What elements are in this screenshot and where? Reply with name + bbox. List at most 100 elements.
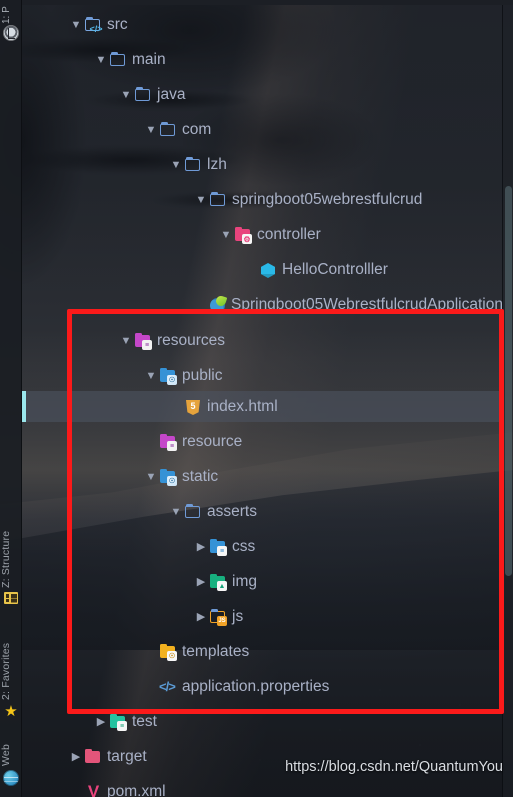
chevron-down-icon[interactable]: ▼ — [93, 52, 109, 68]
tree-row-label: src — [107, 15, 128, 33]
folder-icon — [184, 503, 201, 520]
folder-web-icon: ☉ — [159, 367, 177, 385]
tree-row-label: index.html — [207, 397, 278, 415]
tree-row[interactable]: ▶ ≡ test — [22, 706, 503, 737]
maven-pom-icon: V — [87, 782, 100, 797]
chevron-right-icon[interactable]: ▶ — [93, 714, 109, 730]
tab-web[interactable]: Web — [0, 730, 22, 766]
blog-watermark: https://blog.csdn.net/QuantumYou — [285, 759, 503, 775]
spring-boot-app-icon — [208, 296, 225, 313]
tree-row-label: springboot05webrestfulcrud — [232, 190, 423, 208]
left-tool-window-bar: 1: P Z: Structure ★ 2: Favorites Web — [0, 0, 22, 797]
tree-row-label: com — [182, 120, 212, 138]
folder-icon — [209, 191, 226, 208]
tree-row[interactable]: ▼ </> src — [22, 9, 503, 40]
tree-row[interactable]: ▼ ≡ resources — [22, 325, 503, 356]
folder-icon — [159, 121, 176, 138]
chevron-right-icon[interactable]: ▶ — [193, 609, 209, 625]
properties-file-icon: </> — [159, 679, 176, 694]
tree-row[interactable]: ▼ asserts — [22, 496, 503, 527]
html5-file-icon: 5 — [184, 398, 201, 415]
tree-row-label: controller — [257, 225, 321, 243]
tree-row-label: application.properties — [182, 677, 330, 695]
chevron-down-icon[interactable]: ▼ — [218, 227, 234, 243]
chevron-down-icon[interactable]: ▼ — [68, 17, 84, 33]
chevron-down-icon[interactable]: ▼ — [193, 192, 209, 208]
chevron-down-icon[interactable]: ▼ — [118, 333, 134, 349]
chevron-right-icon[interactable]: ▶ — [193, 539, 209, 555]
tree-row[interactable]: ▼ main — [22, 44, 503, 75]
panel-divider — [502, 0, 503, 797]
folder-img-icon: ▲ — [209, 573, 227, 591]
selected-row-marker — [22, 391, 26, 422]
tree-row[interactable]: ▼ ☉ static — [22, 461, 503, 492]
tree-row-label: test — [132, 712, 157, 730]
tree-row[interactable]: ▶ JS js — [22, 601, 503, 632]
folder-resource-icon: ≡ — [159, 433, 177, 451]
folder-css-icon: ≡ — [209, 538, 227, 556]
folder-test-icon: ≡ — [109, 713, 127, 731]
folder-resources-icon: ≡ — [134, 332, 152, 350]
chevron-down-icon[interactable]: ▼ — [143, 122, 159, 138]
folder-js-icon: JS — [209, 608, 227, 626]
tree-row[interactable]: ▶ ≡ css — [22, 531, 503, 562]
chevron-down-icon[interactable]: ▼ — [143, 368, 159, 384]
folder-icon — [184, 156, 201, 173]
tree-row-label: pom.xml — [107, 782, 166, 797]
tree-row-label: static — [182, 467, 219, 485]
tab-structure[interactable]: Z: Structure — [0, 500, 22, 588]
tree-row-label: main — [132, 50, 166, 68]
folder-templates-icon: ☉ — [159, 643, 177, 661]
ide-project-window: 1: P Z: Structure ★ 2: Favorites Web ▼ </… — [0, 0, 513, 797]
folder-icon — [109, 51, 126, 68]
tree-row[interactable]: ▼ ☉ public — [22, 360, 503, 391]
folder-controller-icon: ⚙ — [234, 226, 252, 244]
tree-row[interactable]: ▶ ▲ img — [22, 566, 503, 597]
folder-icon — [134, 86, 151, 103]
tree-row[interactable]: ▼ java — [22, 79, 503, 110]
tree-row-label: js — [232, 607, 244, 625]
chevron-down-icon[interactable]: ▼ — [168, 504, 184, 520]
tree-row[interactable]: ▶5index.html — [22, 391, 503, 422]
tree-row[interactable]: ▼ com — [22, 114, 503, 145]
tree-row-label: target — [107, 747, 147, 765]
tree-row[interactable]: ▶HelloControlller — [22, 254, 503, 285]
chevron-down-icon[interactable]: ▼ — [143, 469, 159, 485]
tree-row-label: img — [232, 572, 257, 590]
tree-row-label: HelloControlller — [282, 260, 388, 278]
tree-row-label: Springboot05WebrestfulcrudApplication — [231, 295, 503, 313]
vertical-scrollbar[interactable] — [505, 186, 512, 576]
tree-row-label: resource — [182, 432, 243, 450]
intellij-logo-icon — [3, 25, 19, 41]
tab-favorites[interactable]: 2: Favorites — [0, 612, 22, 700]
tab-project[interactable]: 1: P — [1, 0, 23, 24]
folder-web-icon: ☉ — [159, 468, 177, 486]
tree-row[interactable]: ▶</>application.properties — [22, 671, 503, 702]
tree-row-label: java — [157, 85, 186, 103]
tree-row-label: lzh — [207, 155, 227, 173]
tree-row[interactable]: ▶Vpom.xml — [22, 776, 503, 797]
tree-row-label: asserts — [207, 502, 257, 520]
window-top-strip — [22, 0, 513, 5]
tree-row[interactable]: ▶☉templates — [22, 636, 503, 667]
chevron-right-icon[interactable]: ▶ — [193, 574, 209, 590]
java-class-icon — [259, 261, 276, 278]
tree-row[interactable]: ▶Springboot05WebrestfulcrudApplication — [22, 289, 503, 320]
tree-row-label: public — [182, 366, 223, 384]
tree-row[interactable]: ▼ ⚙ controller — [22, 219, 503, 250]
project-tree[interactable]: ▼ </> src ▼ main ▼ java ▼ com ▼ lzh ▼ springboot05we… — [22, 0, 503, 797]
chevron-down-icon[interactable]: ▼ — [168, 157, 184, 173]
chevron-down-icon[interactable]: ▼ — [118, 87, 134, 103]
tree-row-label: templates — [182, 642, 250, 660]
tree-row[interactable]: ▶≡resource — [22, 426, 503, 457]
structure-icon[interactable] — [4, 592, 18, 604]
tree-row-label: resources — [157, 331, 226, 349]
star-icon[interactable]: ★ — [3, 704, 19, 720]
web-globe-icon[interactable] — [3, 770, 19, 786]
tree-row[interactable]: ▼ springboot05webrestfulcrud — [22, 184, 503, 215]
tree-row-label: css — [232, 537, 256, 555]
chevron-right-icon[interactable]: ▶ — [68, 749, 84, 765]
folder-src-icon: </> — [84, 16, 103, 34]
folder-target-icon — [84, 748, 101, 765]
tree-row[interactable]: ▼ lzh — [22, 149, 503, 180]
